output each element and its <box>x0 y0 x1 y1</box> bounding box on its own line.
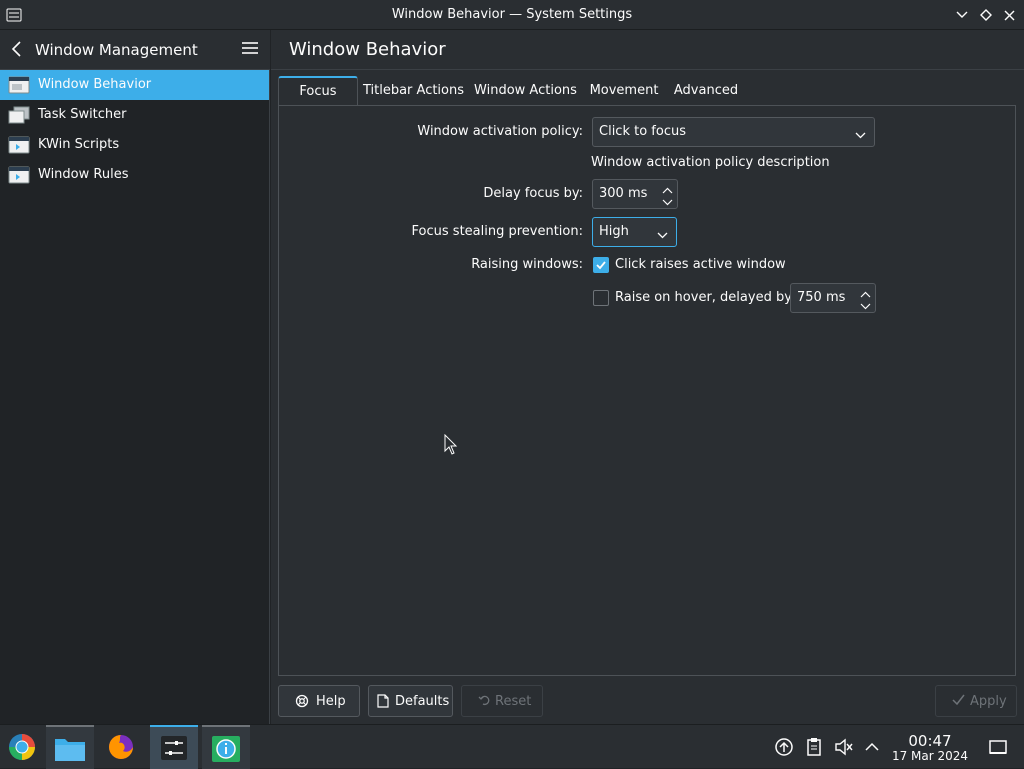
close-button[interactable] <box>999 5 1019 25</box>
clock-time[interactable]: 00:47 <box>880 732 980 750</box>
undo-icon <box>478 694 490 710</box>
reset-button[interactable]: Reset <box>461 685 543 717</box>
task-switcher-icon <box>8 106 30 124</box>
help-label: Help <box>316 694 346 709</box>
taskbar: 00:47 17 Mar 2024 <box>0 724 1024 769</box>
firefox-icon <box>109 735 133 759</box>
activation-policy-combo[interactable]: Click to focus <box>592 117 875 147</box>
page-header: Window Behavior <box>271 30 1024 70</box>
checkmark-icon <box>952 694 965 709</box>
window-rules-icon <box>8 166 30 184</box>
sidebar-item-window-behavior[interactable]: Window Behavior <box>0 70 269 100</box>
stealing-prevention-combo[interactable]: High <box>592 217 677 247</box>
activation-policy-label: Window activation policy: <box>417 124 583 139</box>
main-content: Window Behavior Focus Titlebar Actions W… <box>271 30 1024 724</box>
window-title: Window Behavior — System Settings <box>391 7 633 22</box>
taskbar-firefox[interactable] <box>98 725 146 769</box>
delay-focus-spinbox[interactable]: 300 ms <box>592 179 678 209</box>
tab-window-actions[interactable]: Window Actions <box>469 76 582 106</box>
sidebar-item-label: KWin Scripts <box>38 137 120 152</box>
sidebar-header: Window Management <box>0 30 270 70</box>
info-center-icon <box>212 736 240 762</box>
raise-on-hover-spinbox[interactable]: 750 ms <box>790 283 876 313</box>
spin-down-icon[interactable] <box>662 195 673 210</box>
back-icon[interactable] <box>10 40 24 62</box>
clipboard-icon[interactable] <box>804 737 824 757</box>
hamburger-menu-icon[interactable] <box>242 41 258 59</box>
sidebar: Window Management Window Behavior Task S… <box>0 30 270 724</box>
raise-on-hover-label[interactable]: Raise on hover, delayed by: <box>615 290 795 305</box>
sidebar-item-label: Window Rules <box>38 167 129 182</box>
delay-focus-value: 300 ms <box>599 186 648 201</box>
app-launcher-icon <box>9 734 35 760</box>
folder-icon <box>55 739 85 761</box>
clock-date[interactable]: 17 Mar 2024 <box>880 749 980 763</box>
sidebar-item-label: Task Switcher <box>38 107 127 122</box>
page-title: Window Behavior <box>289 39 446 60</box>
chevron-down-icon <box>657 228 668 243</box>
volume-muted-icon[interactable] <box>834 737 854 757</box>
raising-windows-label: Raising windows: <box>471 257 583 272</box>
update-icon[interactable] <box>774 737 794 757</box>
stealing-prevention-label: Focus stealing prevention: <box>411 224 583 239</box>
reset-label: Reset <box>495 694 532 709</box>
mouse-cursor-icon <box>444 433 458 460</box>
sidebar-item-window-rules[interactable]: Window Rules <box>0 160 269 190</box>
tab-titlebar-actions[interactable]: Titlebar Actions <box>358 76 469 106</box>
application-launcher[interactable] <box>0 725 48 769</box>
stealing-prevention-value: High <box>599 224 629 239</box>
defaults-label: Defaults <box>395 694 450 709</box>
chevron-down-icon <box>855 128 866 143</box>
kwin-scripts-icon <box>8 136 30 154</box>
show-desktop-icon[interactable] <box>988 737 1008 757</box>
document-icon <box>377 694 389 712</box>
sidebar-item-kwin-scripts[interactable]: KWin Scripts <box>0 130 269 160</box>
minimize-button[interactable] <box>952 5 972 25</box>
window-behavior-icon <box>8 76 30 94</box>
window-titlebar: Window Behavior — System Settings <box>0 0 1024 30</box>
click-raises-checkbox[interactable] <box>593 257 609 273</box>
activation-policy-description: Window activation policy description <box>591 155 830 170</box>
raise-on-hover-checkbox[interactable] <box>593 290 609 306</box>
sidebar-item-task-switcher[interactable]: Task Switcher <box>0 100 269 130</box>
maximize-button[interactable] <box>976 5 996 25</box>
taskbar-info-center[interactable] <box>202 725 250 769</box>
tab-advanced[interactable]: Advanced <box>666 76 746 106</box>
chevron-up-icon[interactable] <box>862 737 882 757</box>
apply-label: Apply <box>970 694 1007 709</box>
delay-focus-label: Delay focus by: <box>483 186 583 201</box>
settings-icon <box>161 736 187 760</box>
tab-movement[interactable]: Movement <box>582 76 666 106</box>
apply-button[interactable]: Apply <box>935 685 1017 717</box>
help-icon <box>295 694 309 712</box>
help-button[interactable]: Help <box>278 685 360 717</box>
tab-focus[interactable]: Focus <box>278 76 358 107</box>
activation-policy-value: Click to focus <box>599 124 686 139</box>
raise-on-hover-value: 750 ms <box>797 290 846 305</box>
click-raises-label[interactable]: Click raises active window <box>615 257 786 272</box>
sidebar-header-label: Window Management <box>35 41 198 59</box>
taskbar-file-manager[interactable] <box>46 725 94 769</box>
sidebar-item-label: Window Behavior <box>38 77 152 92</box>
taskbar-system-settings[interactable] <box>150 725 198 769</box>
spin-down-icon[interactable] <box>860 299 871 314</box>
focus-panel: Window activation policy: Click to focus… <box>278 105 1016 676</box>
defaults-button[interactable]: Defaults <box>368 685 453 717</box>
